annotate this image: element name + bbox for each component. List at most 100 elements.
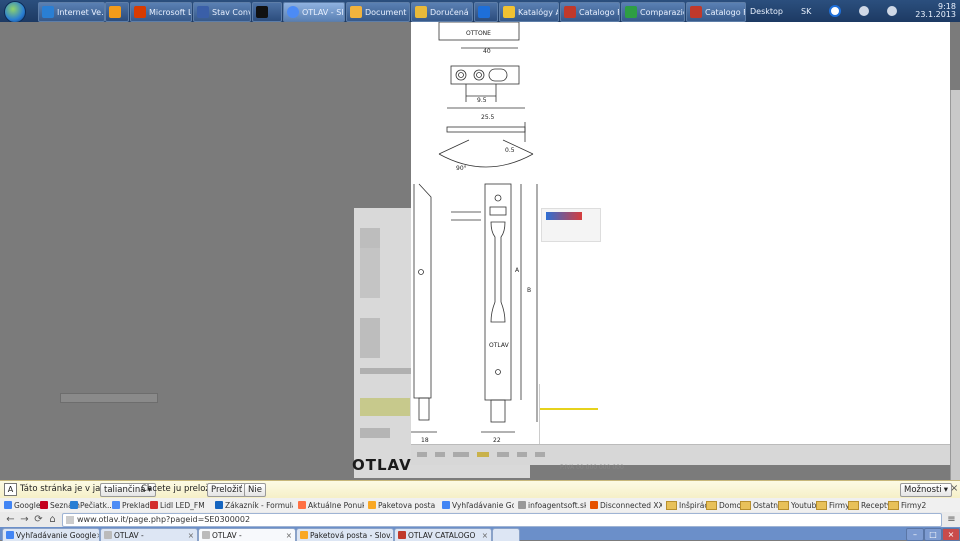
volume-icon[interactable] [887, 6, 898, 16]
bookmark-label: Zákazník - Formulár - M... [225, 500, 293, 510]
page-icon [202, 531, 210, 539]
bookmark-label: Lidl LED_FM [160, 500, 205, 510]
taskbar-item[interactable] [474, 2, 498, 22]
browser-tab[interactable]: OTLAV CATALOGO × [394, 528, 492, 541]
taskbar-item-active[interactable]: OTLAV - Sl... [283, 2, 345, 22]
app-icon [197, 6, 209, 18]
back-button[interactable]: ← [4, 513, 17, 526]
bookmark-folder[interactable]: Firmy [816, 499, 850, 511]
footer-nav-item[interactable] [417, 452, 427, 457]
bookmark-label: infoagentsoft.sk [528, 500, 586, 510]
thumbnail[interactable] [360, 318, 380, 358]
bookmark-item[interactable]: Aktuálne Ponuky - [298, 499, 364, 511]
language-select-value: taliančina [104, 485, 146, 495]
clock[interactable]: 9:18 23.1.2013 [915, 3, 956, 19]
bookmark-item[interactable]: Preklad [112, 499, 150, 511]
pdf-icon [398, 531, 406, 539]
thumbnail[interactable] [360, 248, 380, 298]
address-bar[interactable]: www.otlav.it/page.php?pageid=SE0300002 [62, 513, 942, 527]
bookmark-item[interactable]: Disconnected XXL... [590, 499, 662, 511]
footer-nav-item[interactable] [453, 452, 469, 457]
bookmark-folder[interactable]: Recepty [848, 499, 891, 511]
browser-tab[interactable]: OTLAV - × [100, 528, 198, 541]
footer-nav-item-active[interactable] [477, 452, 489, 457]
dimension-label: 25.5 [481, 114, 495, 121]
browser-tab[interactable]: Vyhľadávanie Google× [2, 528, 100, 541]
mail-icon [415, 6, 427, 18]
close-icon[interactable]: × [286, 531, 292, 540]
taskbar-item[interactable]: Katalógy A [499, 2, 559, 22]
page-icon [104, 531, 112, 539]
taskbar-label: Katalógy A [518, 7, 559, 17]
start-button[interactable] [4, 1, 26, 23]
home-button[interactable]: ⌂ [46, 513, 59, 526]
page-scrollbar[interactable] [950, 90, 960, 480]
site-logo[interactable]: OTLAV [352, 456, 411, 476]
taskbar-item[interactable] [252, 2, 282, 22]
close-window-button[interactable]: × [942, 528, 960, 541]
sidebar-search-field[interactable] [60, 393, 158, 403]
bookmark-item[interactable]: Lidl LED_FM [150, 499, 205, 511]
dimension-label: B [527, 287, 531, 294]
bookmark-item[interactable]: Paketova posta - Slov... [368, 499, 438, 511]
catalogue-preview-card[interactable] [541, 208, 601, 242]
bookmark-label: Firmy [829, 500, 850, 510]
translate-button[interactable]: Preložiť [207, 483, 247, 497]
new-tab-button[interactable] [492, 528, 520, 541]
terminal-icon [256, 6, 268, 18]
site-icon [150, 501, 158, 509]
bookmark-item[interactable]: Vyhľadávanie Google - [442, 499, 514, 511]
bookmark-item[interactable]: Zákazník - Formulár - M... [215, 499, 293, 511]
catalogue-logo [546, 212, 582, 220]
options-button[interactable]: Možnosti ▾ [900, 483, 952, 497]
taskbar-item[interactable]: Catalogo F... [686, 2, 746, 22]
app-icon [42, 6, 54, 18]
bookmark-item[interactable]: infoagentsoft.sk [518, 499, 586, 511]
taskbar-item[interactable] [105, 2, 129, 22]
skype-icon[interactable] [829, 5, 842, 17]
bookmark-folder[interactable]: Youtube [778, 499, 821, 511]
reload-button[interactable]: ⟳ [32, 513, 45, 526]
network-icon[interactable] [859, 6, 870, 16]
minimize-button[interactable]: – [906, 528, 924, 541]
info-box [360, 398, 410, 416]
footer-nav-item[interactable] [517, 452, 527, 457]
taskbar-label: Catalogo F... [705, 7, 745, 17]
footer-nav-item[interactable] [535, 452, 545, 457]
footer-nav-item[interactable] [435, 452, 445, 457]
google-icon [6, 531, 14, 539]
material-label: OTTONE [466, 30, 491, 37]
taskbar-item[interactable]: Comparazio... [621, 2, 685, 22]
taskbar-item[interactable]: Stav Conv... [193, 2, 251, 22]
close-icon[interactable]: × [482, 531, 488, 540]
tab-label: OTLAV - [212, 530, 242, 540]
bookmark-google[interactable]: Google [4, 499, 40, 511]
bookmark-folder[interactable]: Ostatné [740, 499, 783, 511]
bookmark-item[interactable]: Pečiatk... [70, 499, 114, 511]
forward-button[interactable]: → [18, 513, 31, 526]
folder-icon [740, 500, 751, 510]
folder-icon [888, 500, 899, 510]
taskbar-item[interactable]: Document b... [346, 2, 410, 22]
taskbar-item[interactable]: Microsoft L... [130, 2, 192, 22]
footer-nav-item[interactable] [497, 452, 509, 457]
taskbar-item[interactable]: Catalogo F... [560, 2, 620, 22]
no-button[interactable]: Nie [244, 483, 266, 497]
taskbar-item[interactable]: Internet Ve... [38, 2, 105, 22]
browser-tab-active[interactable]: OTLAV - × [198, 528, 296, 541]
desktop-toolbar-label[interactable]: Desktop [750, 7, 783, 16]
browser-tab[interactable]: Paketová posta - Slov...× [296, 528, 394, 541]
maximize-button[interactable]: □ [924, 528, 942, 541]
windows-taskbar: Internet Ve... Microsoft L... Stav Conv.… [0, 0, 960, 23]
language-indicator[interactable]: SK [801, 7, 811, 16]
app-icon [478, 6, 490, 18]
bookmark-folder[interactable]: Firmy2 [888, 499, 926, 511]
close-icon[interactable]: × [188, 531, 194, 540]
close-icon[interactable]: × [950, 483, 958, 494]
taskbar-item[interactable]: Doručená p... [411, 2, 473, 22]
menu-button[interactable]: ≡ [945, 513, 958, 526]
dimension-label: 18 [421, 437, 429, 444]
pdf-icon [564, 6, 576, 18]
site-icon [215, 501, 223, 509]
seznam-icon [40, 501, 48, 509]
